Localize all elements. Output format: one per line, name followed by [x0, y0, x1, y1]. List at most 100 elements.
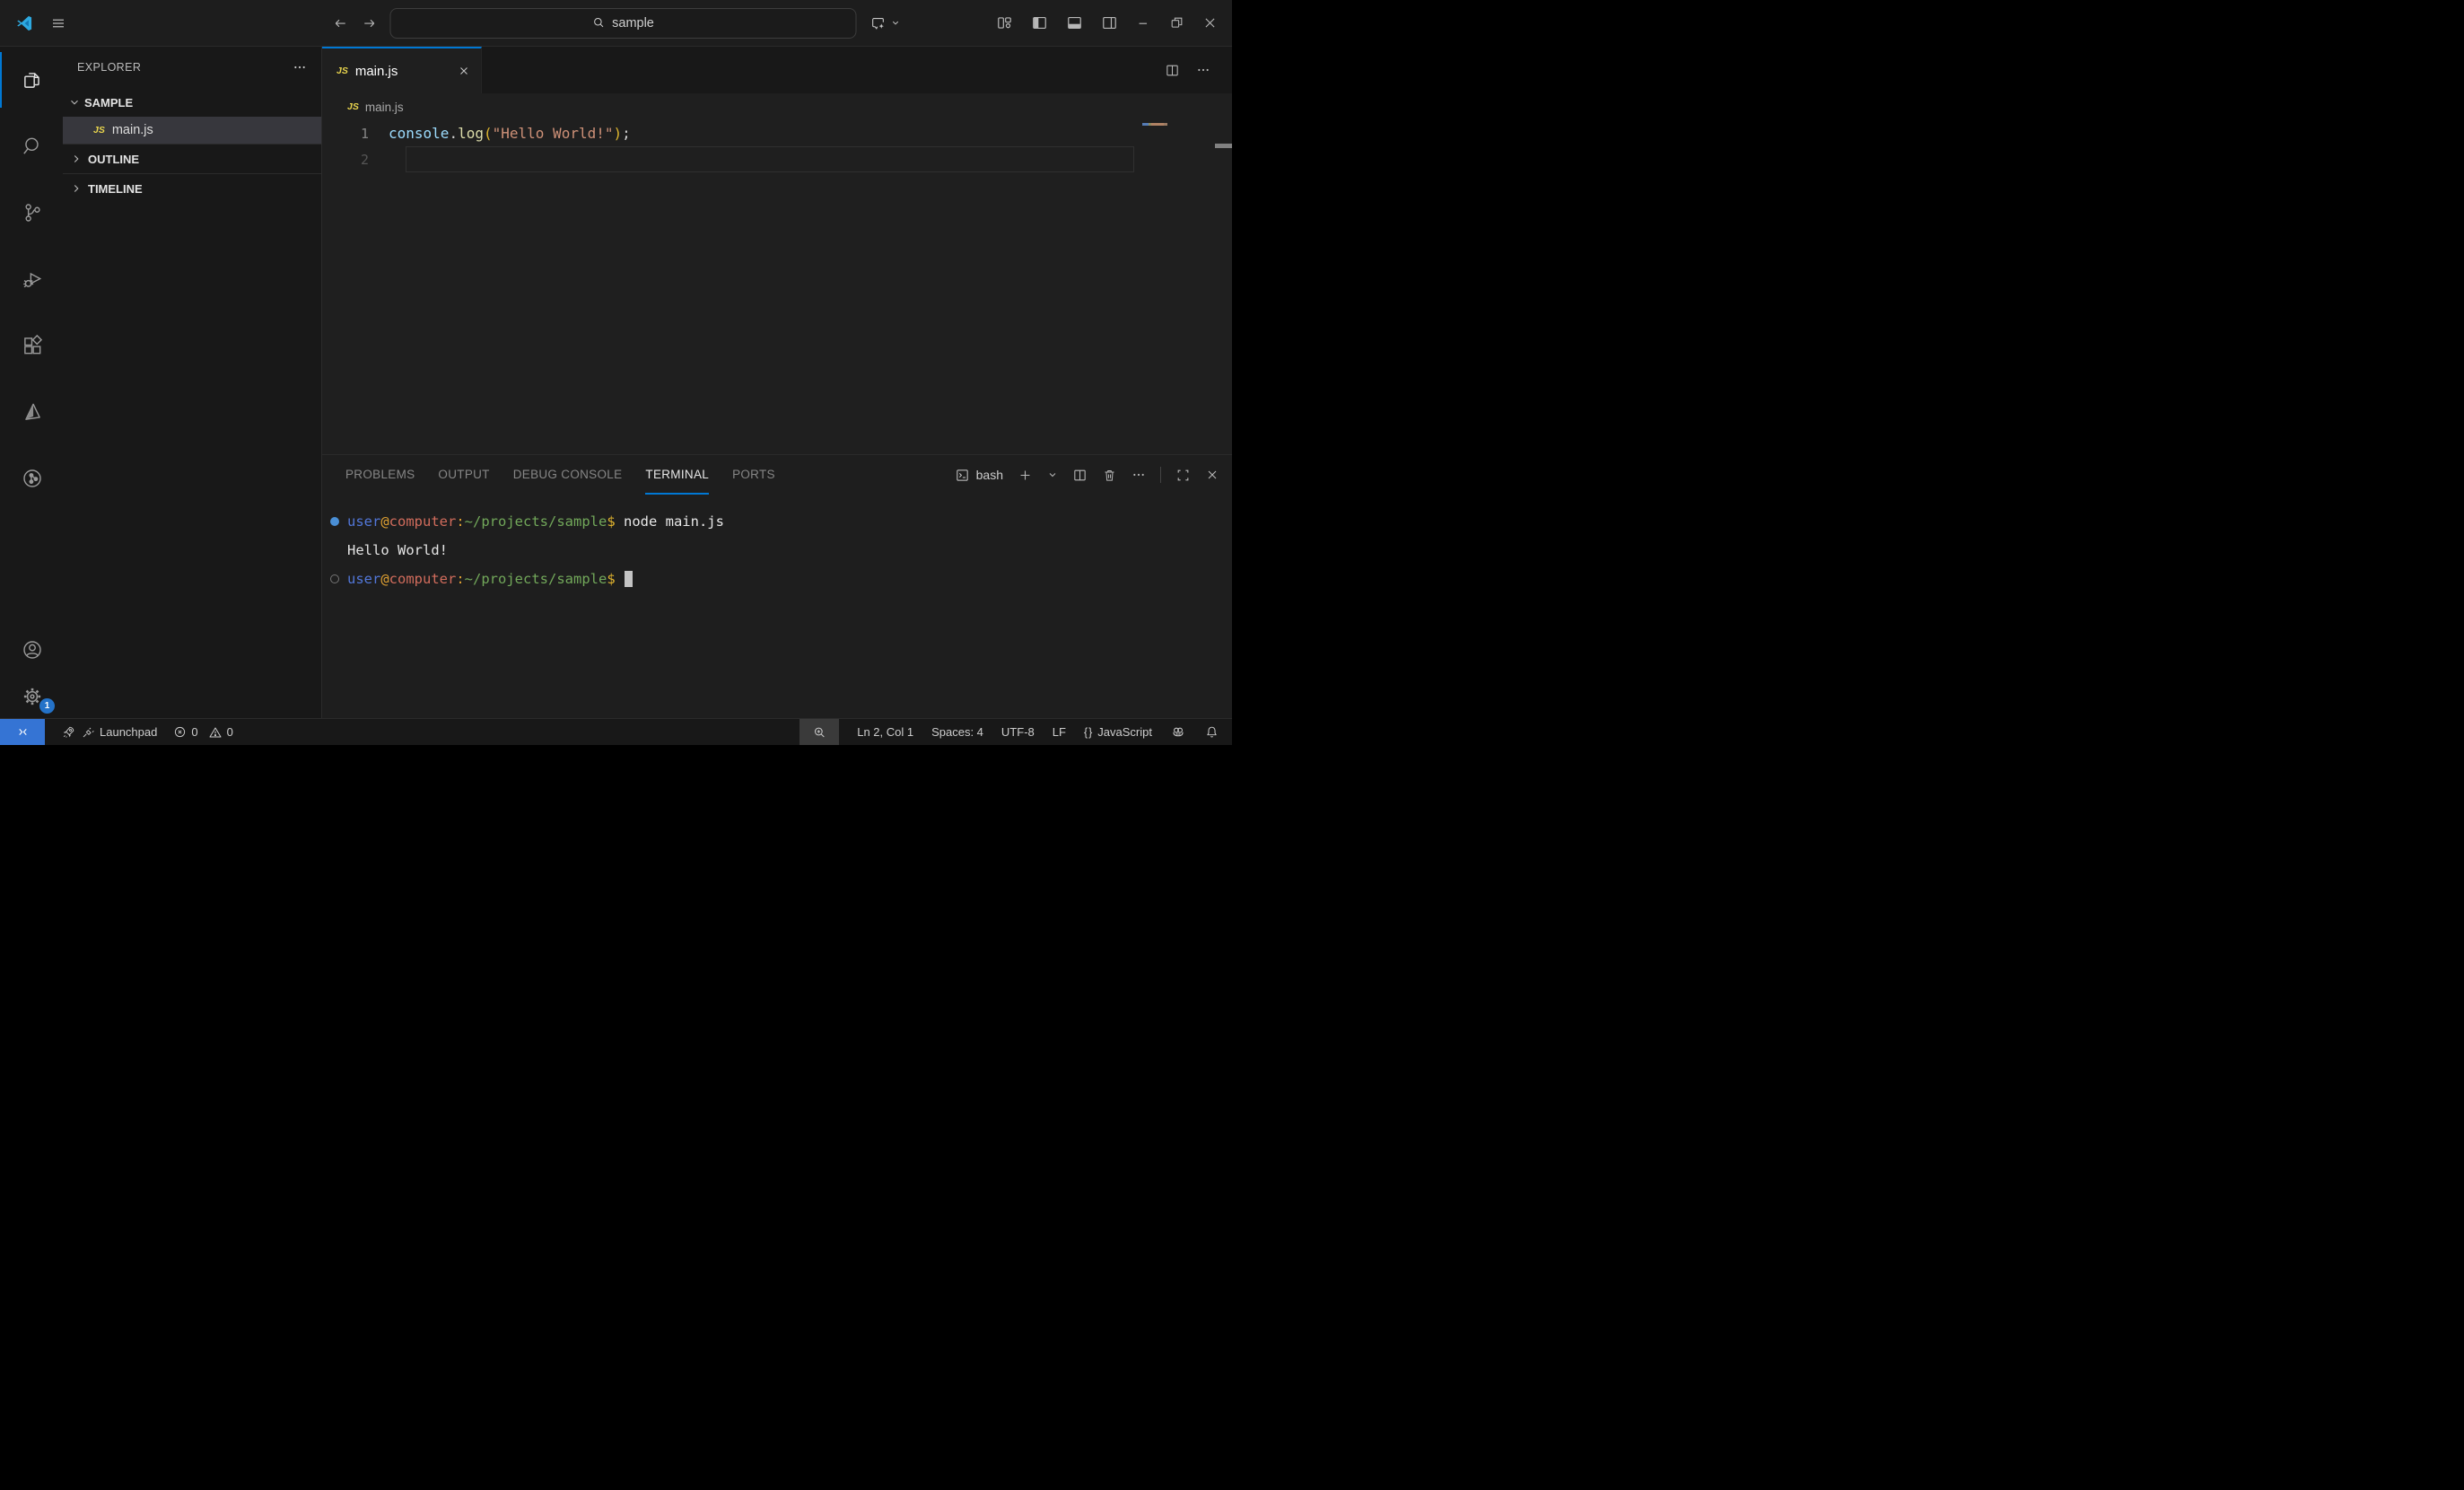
terminal-content[interactable]: user@computer:~/projects/sample$ node ma… — [322, 495, 1232, 718]
search-value: sample — [612, 16, 654, 31]
title-bar: sample — [0, 0, 1232, 47]
encoding-item[interactable]: UTF-8 — [1001, 719, 1035, 745]
terminal-text: user@computer:~/projects/sample$ node ma… — [347, 513, 724, 530]
sidebar-title: EXPLORER — [77, 61, 141, 74]
panel-more-actions-icon[interactable] — [1132, 468, 1146, 482]
indentation-item[interactable]: Spaces: 4 — [931, 719, 983, 745]
tab-mainjs[interactable]: JS main.js — [322, 47, 482, 93]
current-line-highlight — [406, 146, 1134, 172]
vscode-logo-icon — [14, 13, 34, 33]
status-bar: Launchpad 0 0 — [0, 718, 1232, 745]
close-panel-icon[interactable] — [1205, 468, 1219, 482]
window-restore-icon[interactable] — [1169, 15, 1184, 31]
customize-layout-icon[interactable] — [996, 14, 1013, 31]
editor-tab-strip: JS main.js — [322, 47, 1232, 93]
terminal-line-2: Hello World! — [322, 536, 1232, 565]
chevron-down-icon — [68, 96, 81, 109]
copilot-chat-icon — [869, 14, 887, 32]
activity-explorer[interactable] — [0, 52, 63, 108]
panel-tab-problems[interactable]: PROBLEMS — [345, 455, 415, 495]
problems-item[interactable]: 0 0 — [173, 719, 232, 745]
workspace-name: SAMPLE — [84, 96, 133, 110]
activity-prism-extension[interactable] — [0, 384, 63, 440]
kill-terminal-trash-icon[interactable] — [1102, 468, 1117, 483]
code-editor[interactable]: 1 console.log("Hello World!"); 2 — [322, 120, 1232, 454]
eol-item[interactable]: LF — [1053, 719, 1066, 745]
panel-header: PROBLEMS OUTPUT DEBUG CONSOLE TERMINAL P… — [322, 455, 1232, 495]
maximize-panel-icon[interactable] — [1175, 468, 1191, 483]
terminal-line-1: user@computer:~/projects/sample$ node ma… — [322, 507, 1232, 536]
copilot-menu-button[interactable] — [869, 14, 900, 32]
command-success-decoration-icon[interactable] — [330, 517, 339, 526]
panel-tab-debug-console[interactable]: DEBUG CONSOLE — [513, 455, 623, 495]
file-item-mainjs[interactable]: JS main.js — [63, 117, 321, 144]
terminal-text: user@computer:~/projects/sample$ — [347, 571, 624, 587]
cursor-position-item[interactable]: Ln 2, Col 1 — [857, 719, 913, 745]
activity-source-control[interactable] — [0, 185, 63, 241]
terminal-shell-item[interactable]: bash — [955, 468, 1003, 483]
outline-section-header[interactable]: OUTLINE — [63, 144, 321, 173]
circle-graph-icon — [21, 467, 44, 490]
code-line-1: 1 console.log("Hello World!"); — [322, 120, 1232, 146]
bottom-panel: PROBLEMS OUTPUT DEBUG CONSOLE TERMINAL P… — [322, 454, 1232, 718]
braces-icon: {} — [1084, 726, 1093, 739]
bell-icon — [1204, 724, 1219, 740]
toggle-primary-sidebar-icon[interactable] — [1031, 14, 1048, 31]
workspace-section-header[interactable]: SAMPLE — [63, 88, 321, 117]
panel-tab-output[interactable]: OUTPUT — [438, 455, 489, 495]
code-text: console.log("Hello World!"); — [389, 125, 631, 142]
split-terminal-icon[interactable] — [1072, 468, 1088, 483]
menu-hamburger-icon[interactable] — [50, 15, 66, 31]
activity-account[interactable] — [0, 630, 63, 670]
chevron-right-icon — [70, 182, 83, 195]
activity-settings[interactable]: 1 — [0, 677, 63, 716]
remote-indicator[interactable] — [0, 719, 45, 745]
copilot-status-item[interactable] — [1170, 719, 1186, 745]
window-close-icon[interactable] — [1202, 15, 1218, 31]
panel-tab-terminal[interactable]: TERMINAL — [645, 455, 709, 495]
terminal-cursor — [625, 571, 633, 587]
timeline-section-header[interactable]: TIMELINE — [63, 173, 321, 203]
activity-search[interactable] — [0, 118, 63, 174]
plug-icon — [81, 725, 95, 740]
nav-back-icon[interactable] — [332, 15, 348, 31]
javascript-file-icon: JS — [347, 101, 359, 112]
run-debug-icon — [21, 267, 44, 291]
nav-forward-icon[interactable] — [361, 15, 377, 31]
launchpad-item[interactable]: Launchpad — [61, 719, 157, 745]
extensions-icon — [21, 334, 44, 357]
prompt-decoration-icon — [330, 574, 339, 583]
editor-more-actions-icon[interactable] — [1196, 63, 1210, 77]
split-editor-icon[interactable] — [1165, 63, 1180, 78]
divider — [1160, 467, 1161, 483]
search-icon — [21, 135, 44, 158]
search-icon — [591, 16, 605, 30]
breadcrumb[interactable]: JS main.js — [322, 93, 1232, 120]
activity-graph-extension[interactable] — [0, 451, 63, 506]
notifications-item[interactable] — [1204, 719, 1219, 745]
terminal-profiles-chevron-icon[interactable] — [1047, 469, 1058, 480]
toggle-secondary-sidebar-icon[interactable] — [1101, 14, 1118, 31]
window-minimize-icon[interactable] — [1136, 15, 1151, 31]
zoom-indicator[interactable] — [799, 719, 839, 745]
activity-extensions[interactable] — [0, 318, 63, 373]
editor-scrollbar-thumb[interactable] — [1215, 144, 1232, 148]
activity-bar: 1 — [0, 47, 63, 718]
language-mode-item[interactable]: {} JavaScript — [1084, 719, 1152, 745]
new-terminal-icon[interactable] — [1018, 468, 1033, 483]
vscode-window: sample — [0, 0, 1232, 745]
panel-tab-ports[interactable]: PORTS — [732, 455, 775, 495]
command-center-search[interactable]: sample — [389, 8, 856, 39]
error-icon — [173, 725, 187, 739]
terminal-icon — [955, 468, 970, 483]
toggle-panel-icon[interactable] — [1066, 14, 1083, 31]
warning-count: 0 — [227, 725, 233, 739]
line-number: 2 — [322, 152, 389, 168]
activity-run-debug[interactable] — [0, 251, 63, 307]
explorer-more-actions-icon[interactable] — [293, 60, 307, 74]
breadcrumb-file: main.js — [365, 101, 404, 114]
chevron-right-icon — [70, 153, 83, 165]
tab-close-icon[interactable] — [458, 65, 470, 77]
outline-label: OUTLINE — [88, 153, 139, 166]
javascript-file-icon: JS — [336, 66, 348, 76]
